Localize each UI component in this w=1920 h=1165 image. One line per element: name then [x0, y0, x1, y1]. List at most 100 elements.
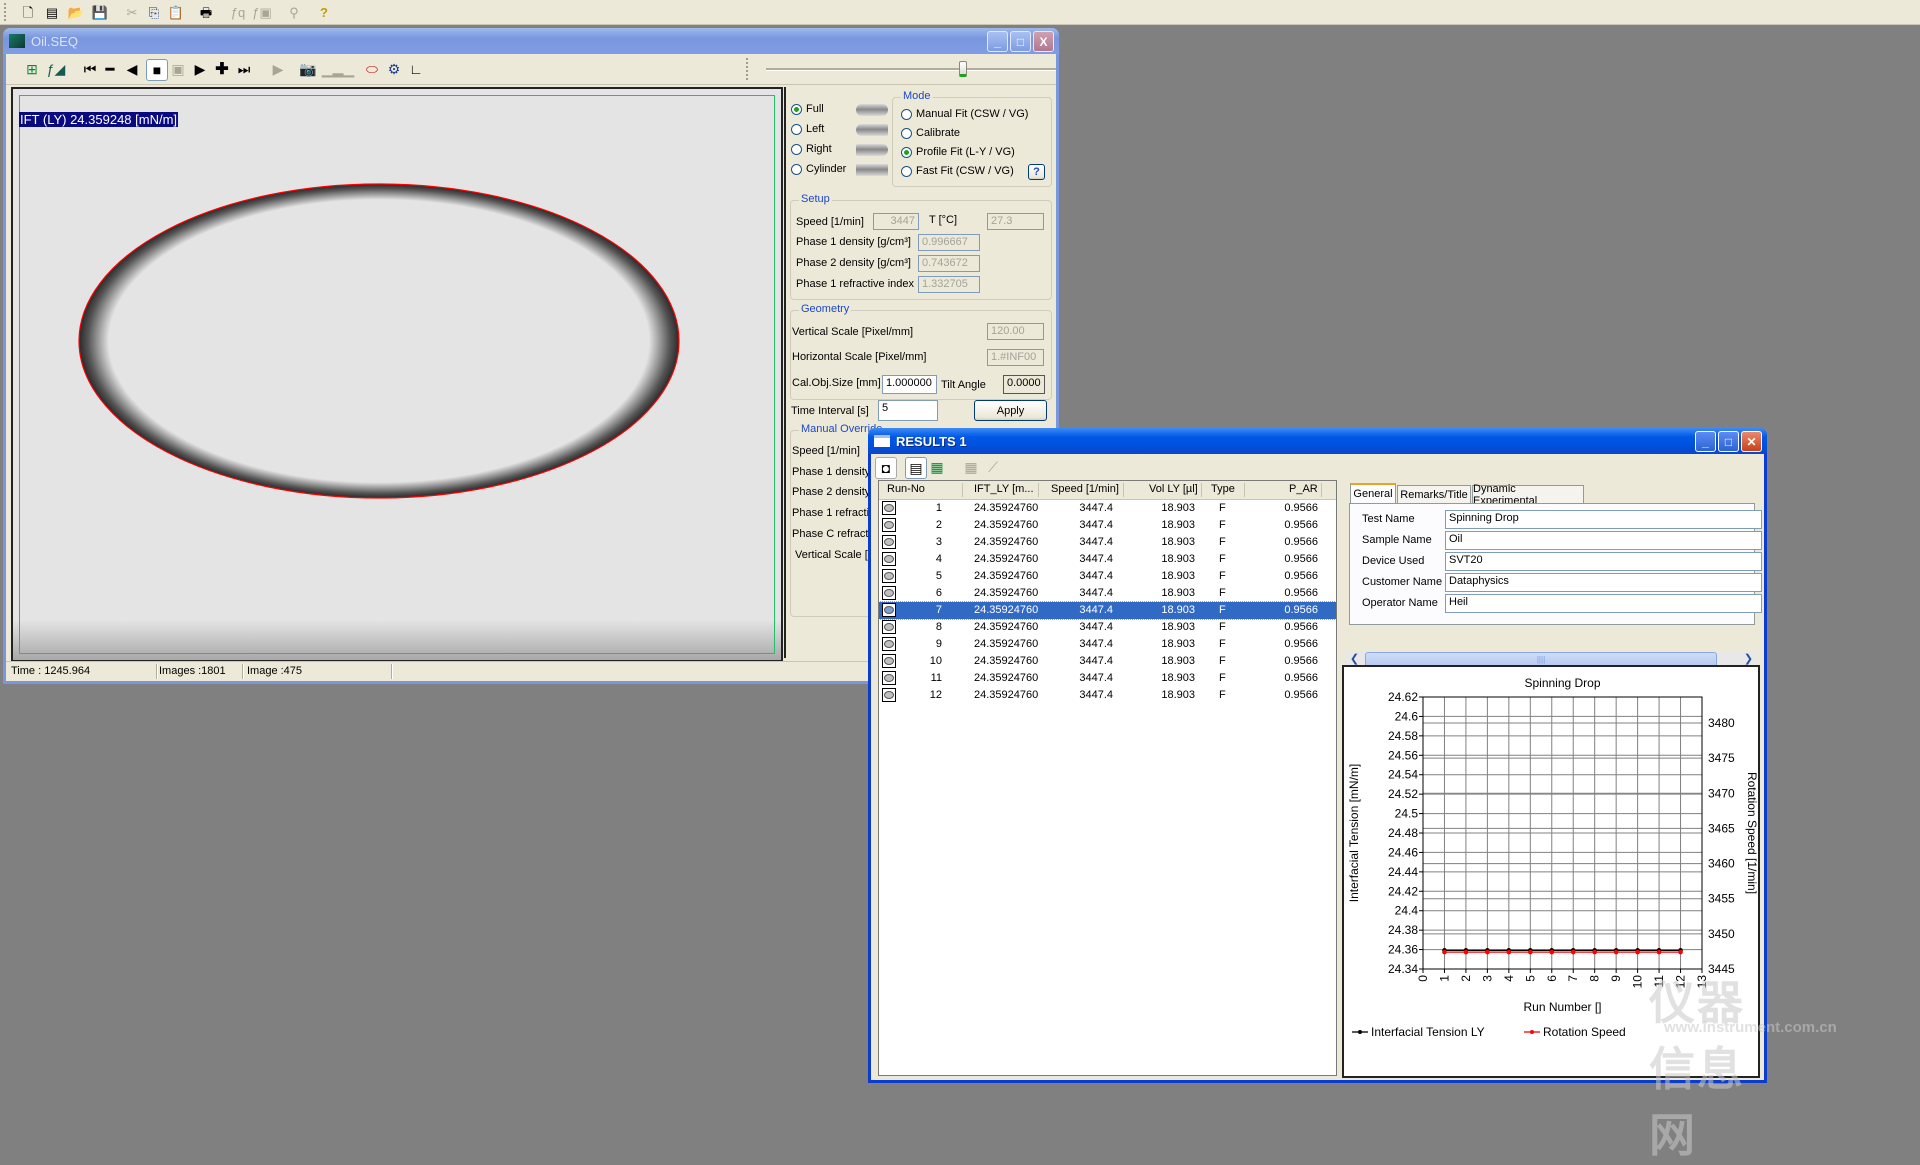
last-frame-icon[interactable]: ⏭ — [234, 59, 254, 79]
radio-indicator[interactable] — [901, 165, 912, 177]
minus-icon[interactable]: ━ — [100, 59, 120, 79]
radio-indicator[interactable] — [901, 108, 912, 120]
col-speed[interactable]: Speed [1/min] — [1051, 483, 1119, 495]
shape-radio-cylinder[interactable]: Cylinder — [791, 163, 846, 175]
vertical-scale-field[interactable]: 120.00 — [987, 323, 1044, 340]
copy-table-icon[interactable]: ▦ — [961, 457, 981, 477]
record-icon[interactable]: ▣ — [168, 59, 188, 79]
play-icon[interactable]: ▶ — [190, 59, 210, 79]
radio-indicator[interactable] — [791, 163, 802, 175]
oilseq-titlebar[interactable]: Oil.SEQ _ □ X — [3, 28, 1059, 54]
table-row[interactable]: 12 24.35924760 3447.4 18.903 F 0.9566 — [879, 687, 1336, 704]
mode-radio-1[interactable]: Calibrate — [901, 127, 960, 139]
close-button[interactable]: ✕ — [1741, 431, 1762, 452]
col-divider[interactable] — [962, 483, 963, 497]
cut-icon[interactable]: ✂ — [122, 2, 142, 22]
table-row[interactable]: 8 24.35924760 3447.4 18.903 F 0.9566 — [879, 619, 1336, 636]
shape-radio-left[interactable]: Left — [791, 123, 824, 135]
mode-radio-3[interactable]: Fast Fit (CSW / VG) — [901, 165, 1014, 177]
save-icon[interactable]: 💾 — [90, 2, 110, 22]
close-button[interactable]: X — [1033, 31, 1054, 52]
fit-view-icon[interactable]: ⊞ — [22, 59, 42, 79]
minimize-button[interactable]: _ — [1695, 431, 1716, 452]
table-row[interactable]: 3 24.35924760 3447.4 18.903 F 0.9566 — [879, 534, 1336, 551]
chart-icon[interactable]: ⟋ — [983, 457, 1003, 477]
frame-slider-track[interactable] — [766, 68, 1056, 71]
maximize-button[interactable]: □ — [1718, 431, 1739, 452]
col-divider[interactable] — [1038, 483, 1039, 497]
shape-radio-full[interactable]: Full — [791, 103, 824, 115]
toolbar-grip[interactable] — [4, 3, 9, 21]
new-file-icon[interactable]: 🗋 — [18, 2, 38, 22]
mode-help-button[interactable]: ? — [1028, 164, 1045, 180]
tab-dynamic-experimental[interactable]: Dynamic Experimental — [1472, 483, 1584, 507]
tab-general[interactable]: General — [1350, 483, 1396, 503]
radio-indicator[interactable] — [901, 127, 912, 139]
phase1-density-field[interactable]: 0.996667 — [918, 234, 980, 251]
general-field-sample-name[interactable]: Oil — [1445, 531, 1762, 550]
print-icon[interactable]: 🖶 — [196, 2, 216, 22]
table-export-icon[interactable]: ▤ — [905, 457, 927, 479]
camera-icon[interactable]: 📷 — [298, 59, 318, 79]
shape-radio-right[interactable]: Right — [791, 143, 832, 155]
general-field-operator-name[interactable]: Heil — [1445, 594, 1762, 613]
speed-field[interactable]: 3447 — [873, 213, 919, 230]
copy-icon[interactable]: ⎘ — [144, 2, 164, 22]
mode-radio-0[interactable]: Manual Fit (CSW / VG) — [901, 108, 1028, 120]
phase1-refractive-field[interactable]: 1.332705 — [918, 276, 980, 293]
tab-remarks-title[interactable]: Remarks/Title — [1397, 485, 1471, 503]
pin-icon[interactable]: ⚲ — [284, 2, 304, 22]
first-frame-icon[interactable]: ⏮ — [80, 59, 100, 79]
col-type[interactable]: Type — [1211, 483, 1235, 495]
report-icon[interactable]: ▤ — [42, 2, 62, 22]
radio-indicator[interactable] — [901, 146, 912, 158]
histogram-icon[interactable]: ▁▂▁ — [322, 59, 354, 79]
table-row[interactable]: 2 24.35924760 3447.4 18.903 F 0.9566 — [879, 517, 1336, 534]
general-field-device-used[interactable]: SVT20 — [1445, 552, 1762, 571]
minimize-button[interactable]: _ — [987, 31, 1008, 52]
table-row[interactable]: 7 24.35924760 3447.4 18.903 F 0.9566 — [879, 601, 1336, 620]
col-vol[interactable]: Vol LY [µl] — [1149, 483, 1198, 495]
step-back-icon[interactable]: ◀ — [122, 59, 142, 79]
col-divider[interactable] — [1201, 483, 1202, 497]
tilt-angle-field[interactable]: 0.0000 — [1003, 375, 1045, 394]
frame-slider-thumb[interactable] — [959, 61, 968, 77]
help-icon[interactable]: ? — [314, 2, 334, 22]
table-row[interactable]: 4 24.35924760 3447.4 18.903 F 0.9566 — [879, 551, 1336, 568]
table-row[interactable]: 9 24.35924760 3447.4 18.903 F 0.9566 — [879, 636, 1336, 653]
formula-icon[interactable]: ƒq — [228, 2, 248, 22]
col-par[interactable]: P_AR — [1289, 483, 1318, 495]
general-field-test-name[interactable]: Spinning Drop — [1445, 510, 1762, 529]
time-interval-field[interactable]: 5 — [878, 400, 938, 421]
formula-box-icon[interactable]: ƒ▣ — [252, 2, 272, 22]
radio-indicator[interactable] — [791, 103, 802, 115]
stop-icon[interactable]: ■ — [146, 59, 168, 81]
table-row[interactable]: 1 24.35924760 3447.4 18.903 F 0.9566 — [879, 500, 1336, 517]
axis-icon[interactable]: ∟ — [406, 59, 426, 79]
table-row[interactable]: 11 24.35924760 3447.4 18.903 F 0.9566 — [879, 670, 1336, 687]
table-import-icon[interactable]: ▦ — [927, 457, 947, 477]
col-run-no[interactable]: Run-No — [887, 483, 925, 495]
maximize-button[interactable]: □ — [1010, 31, 1031, 52]
results-titlebar[interactable]: RESULTS 1 _ □ ✕ — [868, 428, 1767, 454]
col-ift[interactable]: IFT_LY [m... — [974, 483, 1034, 495]
apply-button[interactable]: Apply — [974, 400, 1047, 421]
paste-icon[interactable]: 📋 — [166, 2, 186, 22]
radio-indicator[interactable] — [791, 143, 802, 155]
curve-fit-icon[interactable]: ƒ◢ — [46, 59, 66, 79]
table-row[interactable]: 10 24.35924760 3447.4 18.903 F 0.9566 — [879, 653, 1336, 670]
plus-icon[interactable]: ✚ — [212, 59, 232, 79]
mode-radio-2[interactable]: Profile Fit (L-Y / VG) — [901, 146, 1015, 158]
col-divider[interactable] — [1123, 483, 1124, 497]
settings-icon[interactable]: ⚙ — [384, 59, 404, 79]
col-divider[interactable] — [1321, 483, 1322, 497]
detect-icon[interactable]: ⬭ — [362, 59, 382, 79]
table-row[interactable]: 5 24.35924760 3447.4 18.903 F 0.9566 — [879, 568, 1336, 585]
temperature-field[interactable]: 27.3 — [987, 213, 1044, 230]
general-field-customer-name[interactable]: Dataphysics — [1445, 573, 1762, 592]
window-icon[interactable]: ◘ — [875, 457, 897, 479]
horizontal-scale-field[interactable]: 1.#INF00 — [987, 349, 1044, 366]
run-icon[interactable]: ▶ — [268, 59, 288, 79]
open-folder-icon[interactable]: 📂 — [66, 2, 86, 22]
radio-indicator[interactable] — [791, 123, 802, 135]
